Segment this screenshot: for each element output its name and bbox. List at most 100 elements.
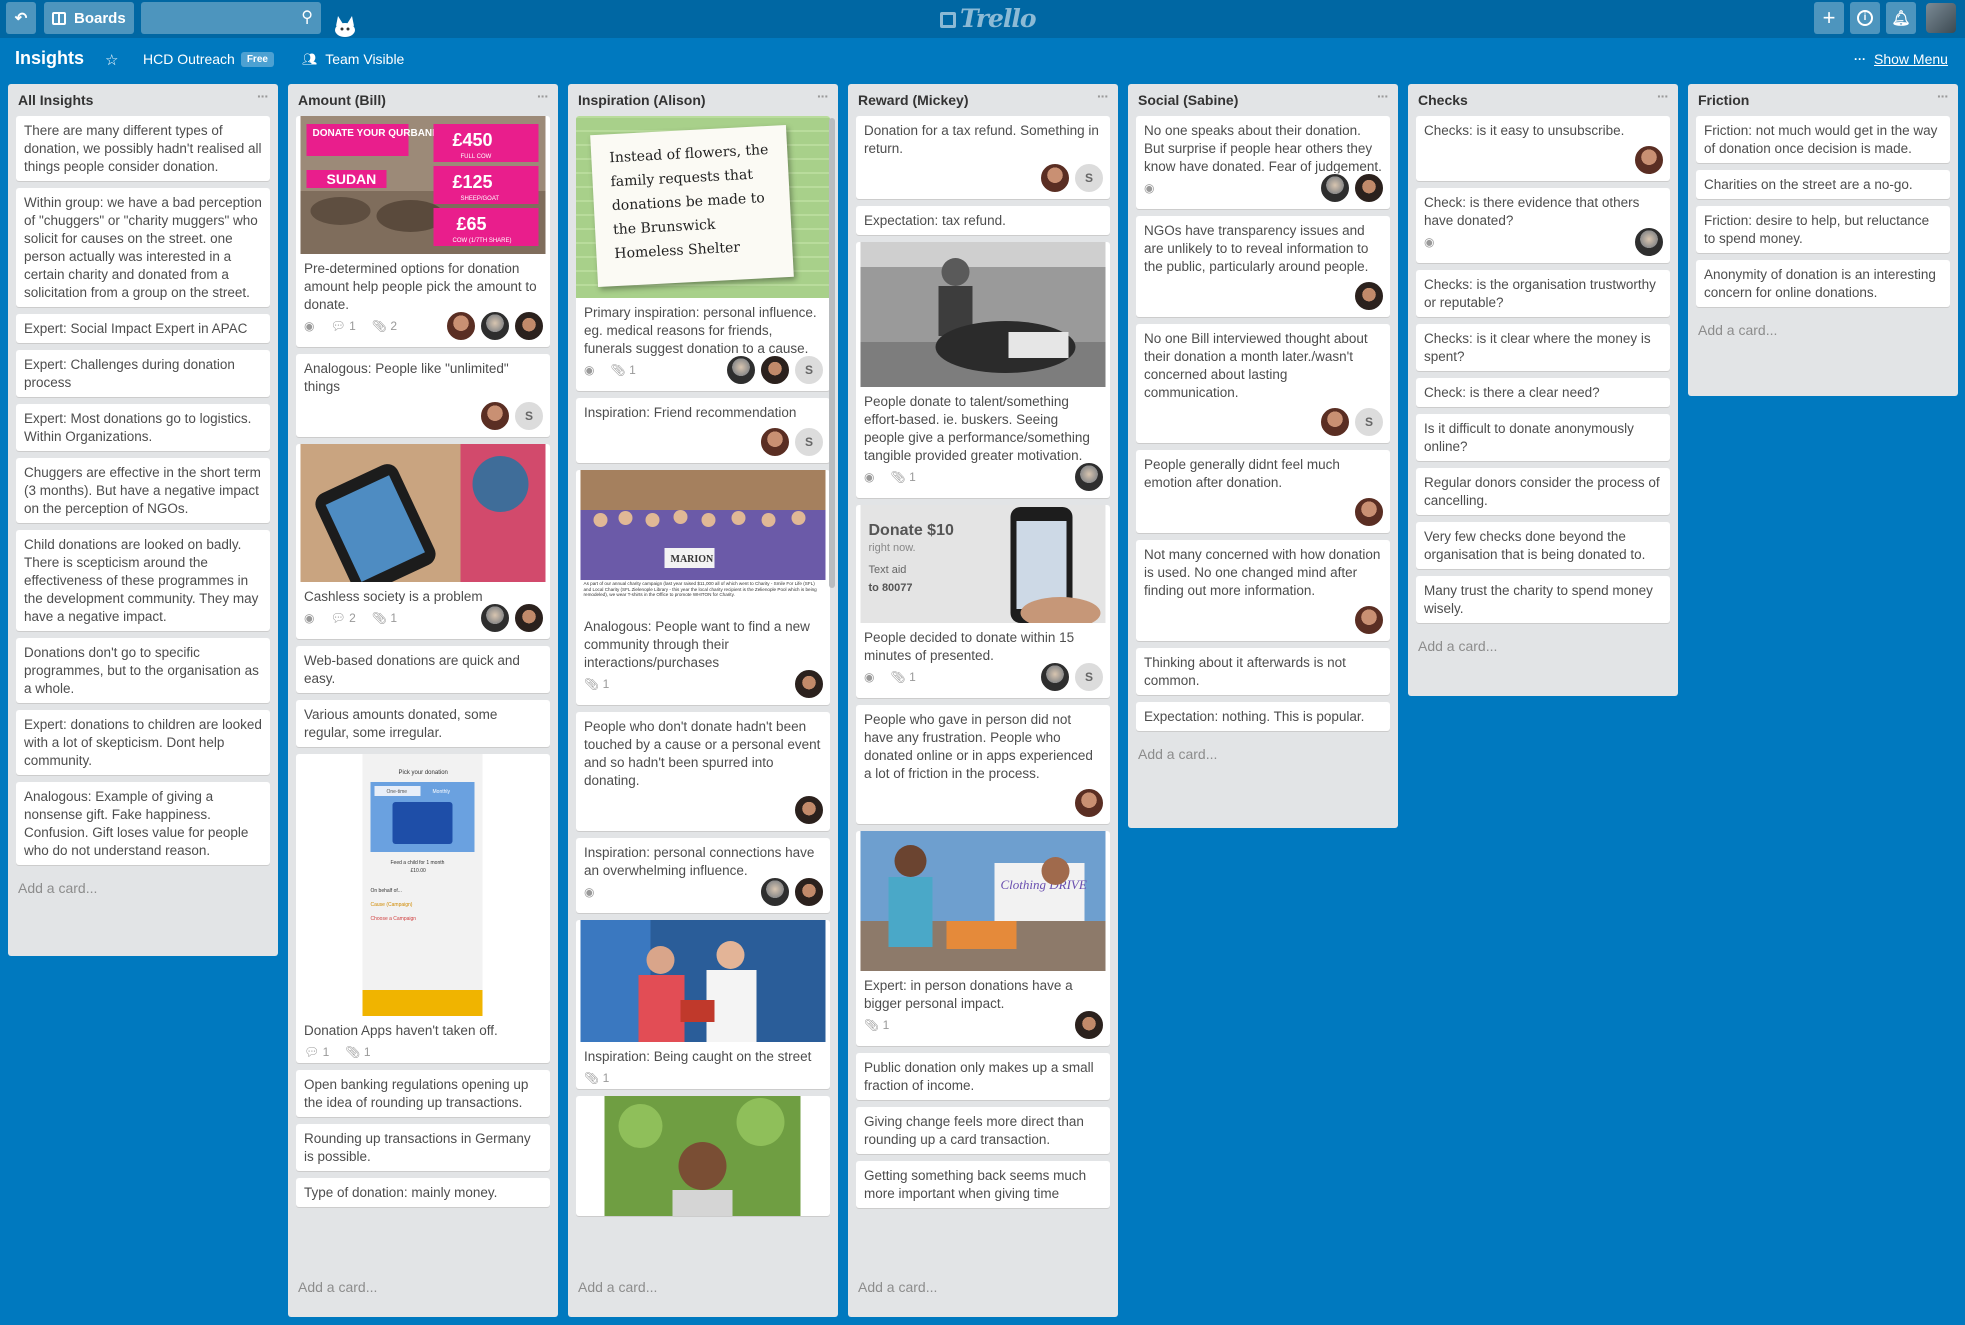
- member-avatar[interactable]: [794, 669, 824, 699]
- list-scrollbar[interactable]: [829, 118, 835, 588]
- card[interactable]: People who don't donate hadn't been touc…: [576, 712, 830, 831]
- card[interactable]: Checks: is it easy to unsubscribe.: [1416, 116, 1670, 181]
- notifications-button[interactable]: 🔔︎: [1886, 2, 1916, 34]
- member-avatar-initial[interactable]: S: [794, 355, 824, 385]
- member-avatar[interactable]: [1634, 227, 1664, 257]
- card[interactable]: Anonymity of donation is an interesting …: [1696, 260, 1950, 307]
- card[interactable]: Inspiration: Being caught on the street …: [576, 920, 830, 1089]
- member-avatar[interactable]: [1040, 662, 1070, 692]
- member-avatar-initial[interactable]: S: [1354, 407, 1384, 437]
- member-avatar-initial[interactable]: S: [1074, 163, 1104, 193]
- card[interactable]: Open banking regulations opening up the …: [296, 1070, 550, 1117]
- card[interactable]: Checks: is the organisation trustworthy …: [1416, 270, 1670, 317]
- team-button[interactable]: HCD Outreach Free: [143, 51, 274, 67]
- member-avatar[interactable]: [1074, 788, 1104, 818]
- card[interactable]: NGOs have transparency issues and are un…: [1136, 216, 1390, 317]
- list-title[interactable]: All Insights: [18, 92, 93, 108]
- trello-logo[interactable]: Trello: [940, 4, 1037, 33]
- add-card-link[interactable]: Add a card...: [1688, 314, 1958, 348]
- list-title[interactable]: Reward (Mickey): [858, 92, 968, 108]
- member-avatar[interactable]: [1354, 605, 1384, 635]
- card[interactable]: Checks: is it clear where the money is s…: [1416, 324, 1670, 371]
- show-menu-button[interactable]: ··· Show Menu: [1854, 51, 1948, 67]
- card[interactable]: Within group: we have a bad perception o…: [16, 188, 270, 307]
- card[interactable]: Expert: Challenges during donation proce…: [16, 350, 270, 397]
- member-avatar[interactable]: [480, 311, 510, 341]
- card[interactable]: There are many different types of donati…: [16, 116, 270, 181]
- list-menu-icon[interactable]: ···: [1377, 88, 1389, 104]
- list-menu-icon[interactable]: ···: [817, 88, 829, 104]
- star-icon[interactable]: ☆: [105, 51, 118, 69]
- card[interactable]: Inspiration: personal connections have a…: [576, 838, 830, 913]
- list-title[interactable]: Friction: [1698, 92, 1749, 108]
- member-avatar-initial[interactable]: S: [794, 427, 824, 457]
- boards-button[interactable]: Boards: [44, 2, 134, 34]
- member-avatar[interactable]: [760, 355, 790, 385]
- list-menu-icon[interactable]: ···: [537, 88, 549, 104]
- member-avatar[interactable]: [480, 401, 510, 431]
- card[interactable]: Is it difficult to donate anonymously on…: [1416, 414, 1670, 461]
- add-button[interactable]: +: [1814, 2, 1844, 34]
- card[interactable]: People who gave in person did not have a…: [856, 705, 1110, 824]
- card[interactable]: Clothing DRIVE Expert: in person donatio…: [856, 831, 1110, 1046]
- list-menu-icon[interactable]: ···: [1657, 88, 1669, 104]
- member-avatar[interactable]: [1354, 173, 1384, 203]
- card[interactable]: Expert: Most donations go to logistics. …: [16, 404, 270, 451]
- list-menu-icon[interactable]: ···: [1097, 88, 1109, 104]
- member-avatar[interactable]: [1074, 1010, 1104, 1040]
- card[interactable]: [576, 1096, 830, 1216]
- add-card-link[interactable]: Add a card...: [848, 1271, 1118, 1305]
- list-menu-icon[interactable]: ···: [257, 88, 269, 104]
- member-avatar[interactable]: [480, 603, 510, 633]
- card[interactable]: Cashless society is a problem ◉ 💬︎ 2 📎︎ …: [296, 444, 550, 639]
- user-avatar[interactable]: [1926, 3, 1956, 33]
- card[interactable]: Check: is there a clear need?: [1416, 378, 1670, 407]
- card[interactable]: Analogous: Example of giving a nonsense …: [16, 782, 270, 865]
- member-avatar-initial[interactable]: S: [1074, 662, 1104, 692]
- card[interactable]: Donations don't go to specific programme…: [16, 638, 270, 703]
- add-card-link[interactable]: Add a card...: [1408, 630, 1678, 664]
- card[interactable]: No one speaks about their donation. But …: [1136, 116, 1390, 209]
- member-avatar[interactable]: [1354, 497, 1384, 527]
- list-title[interactable]: Amount (Bill): [298, 92, 386, 108]
- card[interactable]: Expectation: nothing. This is popular.: [1136, 702, 1390, 731]
- card[interactable]: Type of donation: mainly money.: [296, 1178, 550, 1207]
- card[interactable]: Check: is there evidence that others hav…: [1416, 188, 1670, 263]
- card[interactable]: Getting something back seems much more i…: [856, 1161, 1110, 1208]
- visibility-button[interactable]: 👥︎ Team Visible: [302, 51, 404, 67]
- board-title[interactable]: Insights: [15, 48, 84, 69]
- card[interactable]: Web-based donations are quick and easy.: [296, 646, 550, 693]
- add-card-link[interactable]: Add a card...: [288, 1271, 558, 1305]
- card[interactable]: Expert: donations to children are looked…: [16, 710, 270, 775]
- card[interactable]: DONATE YOUR QURBANI SUDAN £450 FULL COW …: [296, 116, 550, 347]
- member-avatar[interactable]: [514, 603, 544, 633]
- member-avatar[interactable]: [760, 877, 790, 907]
- member-avatar[interactable]: [1320, 173, 1350, 203]
- card[interactable]: Friction: not much would get in the way …: [1696, 116, 1950, 163]
- card[interactable]: Many trust the charity to spend money wi…: [1416, 576, 1670, 623]
- list-menu-icon[interactable]: ···: [1937, 88, 1949, 104]
- card[interactable]: Chuggers are effective in the short term…: [16, 458, 270, 523]
- card[interactable]: Giving change feels more direct than rou…: [856, 1107, 1110, 1154]
- card[interactable]: Analogous: People like "unlimited" thing…: [296, 354, 550, 437]
- member-avatar[interactable]: [794, 877, 824, 907]
- card[interactable]: People generally didnt feel much emotion…: [1136, 450, 1390, 533]
- info-button[interactable]: i: [1850, 2, 1880, 34]
- add-card-link[interactable]: Add a card...: [8, 872, 278, 906]
- card[interactable]: Rounding up transactions in Germany is p…: [296, 1124, 550, 1171]
- member-avatar[interactable]: [1354, 281, 1384, 311]
- card[interactable]: People donate to talent/something effort…: [856, 242, 1110, 498]
- member-avatar[interactable]: [726, 355, 756, 385]
- member-avatar[interactable]: [1320, 407, 1350, 437]
- card[interactable]: Not many concerned with how donation is …: [1136, 540, 1390, 641]
- member-avatar[interactable]: [760, 427, 790, 457]
- card[interactable]: Child donations are looked on badly. The…: [16, 530, 270, 631]
- search-input[interactable]: ⚲: [141, 2, 321, 34]
- card[interactable]: No one Bill interviewed thought about th…: [1136, 324, 1390, 443]
- card[interactable]: Thinking about it afterwards is not comm…: [1136, 648, 1390, 695]
- add-card-link[interactable]: Add a card...: [568, 1271, 838, 1305]
- card[interactable]: Pick your donation One-time Monthly Feed…: [296, 754, 550, 1063]
- list-title[interactable]: Checks: [1418, 92, 1468, 108]
- member-avatar[interactable]: [1634, 145, 1664, 175]
- list-title[interactable]: Social (Sabine): [1138, 92, 1238, 108]
